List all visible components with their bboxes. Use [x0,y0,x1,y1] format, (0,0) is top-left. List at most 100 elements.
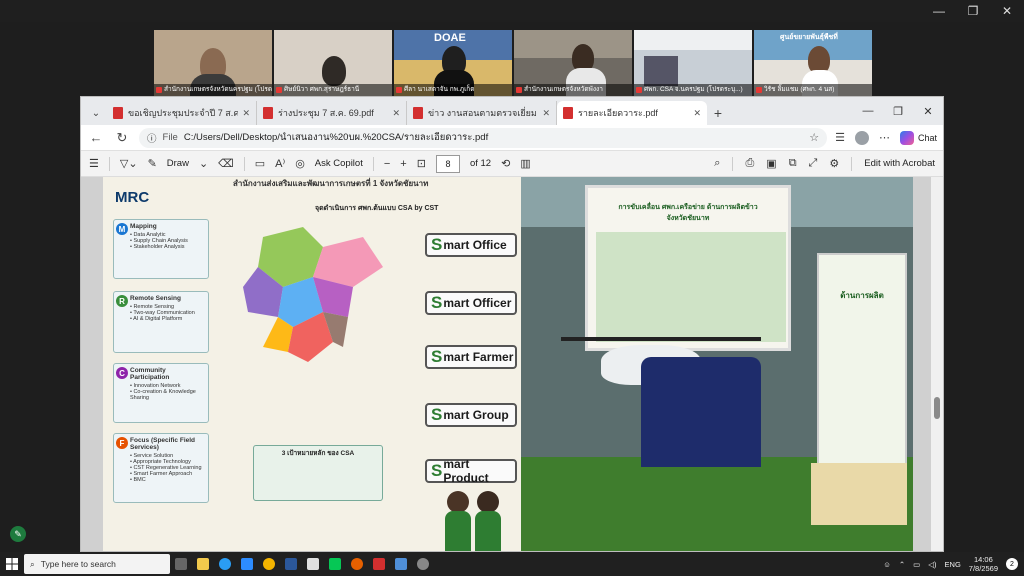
zoom-icon[interactable] [236,552,258,576]
highlight-icon[interactable]: ▽⌄ [120,157,138,170]
print-icon[interactable]: ⎙ [745,157,754,170]
page-view-icon[interactable]: ▥ [520,157,530,170]
address-prefix: File [162,132,178,143]
tab-draft-meeting[interactable]: ร่างประชุม 7 ส.ค. 69.pdf ✕ [257,101,407,125]
participant-video-strip: สำนักงานเกษตรจังหวัดนครปฐม (โปรดระบุ จัง… [154,30,872,96]
search-icon[interactable]: ⌕ [714,157,720,170]
rice-banner-subtitle: จังหวัดชัยนาท [666,215,710,222]
close-window-button[interactable]: ✕ [990,0,1024,22]
exhibition-photo: การขับเคลื่อน ศพก.เครือข่าย ด้านการผลิตข… [521,177,913,551]
tab-news[interactable]: ข่าว งานสอนตามตรวจเยี่ยม 7 ส.ค. 69.pdf✕ [407,101,557,125]
rice-banner: การขับเคลื่อน ศพก.เครือข่าย ด้านการผลิตข… [585,185,791,351]
contents-icon[interactable]: ☰ [89,157,99,170]
province-map [243,227,383,362]
task-view-icon[interactable] [170,552,192,576]
close-tab-icon[interactable]: ✕ [242,108,250,119]
participant-name: สำนักงานเกษตรจังหวัดพังงา [514,84,632,96]
side-box-remote-sensing: R Remote Sensing • Remote Sensing • Two-… [113,291,209,353]
taskbar-search[interactable]: ⌕ Type here to search [24,554,170,574]
close-browser-button[interactable]: ✕ [913,97,943,125]
minimize-button[interactable]: — [922,0,956,22]
copilot-icon [899,130,914,145]
page-number-input[interactable]: 8 [435,154,460,173]
address-url: C:/Users/Dell/Desktop/นำเสนองาน%20บผ.%20… [183,132,489,143]
user-icon[interactable]: ☺ [883,560,891,569]
read-aloud-icon[interactable]: A⁾ [275,157,285,170]
vertical-scrollbar[interactable] [931,177,943,551]
eraser-icon[interactable]: ⌫ [218,157,234,170]
save-as-icon[interactable]: ⧉ [789,157,797,170]
ask-copilot-button[interactable]: Ask Copilot [315,158,363,169]
goal-box: 3 เป้าหมายหลัก ของ CSA [253,445,383,501]
language-indicator[interactable]: ENG [945,560,961,569]
save-icon[interactable]: ▣ [766,157,776,170]
tab-actions-icon[interactable]: ⌄ [85,101,107,125]
draw-button[interactable]: Draw [167,158,189,169]
word-icon[interactable] [280,552,302,576]
clock[interactable]: 14:06 7/8/2569 [969,555,998,573]
pdf-icon [563,107,573,119]
scrollbar-thumb[interactable] [934,397,940,419]
chevron-up-icon[interactable]: ⌃ [899,560,905,569]
participant-tile[interactable]: DOAE ศีลา นาเสตาจัน กพ.ภูเก็ต [394,30,512,96]
address-bar[interactable]: ⓘ File C:/Users/Dell/Desktop/นำเสนองาน%2… [139,127,828,148]
participant-tile[interactable]: ศูนย์ขยายพันธุ์พืชที่ วิรัช ลิ้มแชม (ศพก… [754,30,872,96]
volume-icon[interactable]: ◁) [928,560,936,569]
participant-name: วิรัช ลิ้มแชม (ศพก. 4 นส) [754,84,872,96]
draw-icon[interactable]: ✎ [148,157,157,170]
network-icon[interactable]: ▭ [913,560,920,569]
more-options-icon[interactable]: ⋯ [879,131,890,144]
goal-title: 3 เป้าหมายหลัก ของ CSA [281,450,355,457]
firefox-icon[interactable] [346,552,368,576]
refresh-button[interactable]: ↻ [113,130,131,146]
close-tab-icon[interactable]: ✕ [392,108,400,119]
participant-tile[interactable]: ศิษย์นิวา ศพก.สุราษฎร์ธานี [274,30,392,96]
new-tab-button[interactable]: + [707,101,729,125]
rotate-icon[interactable]: ⟲ [501,157,510,170]
system-tray: ☺ ⌃ ▭ ◁) ENG 14:06 7/8/2569 2 [883,555,1024,573]
tab-invitation[interactable]: ขอเชิญประชุมประจำปี 7 ส.ค. 69 CSA ...✕ [107,101,257,125]
file-explorer-icon[interactable] [192,552,214,576]
acrobat-icon[interactable] [368,552,390,576]
windows-logo-icon [6,558,18,570]
search-placeholder: Type here to search [40,559,116,569]
edit-with-acrobat-button[interactable]: Edit with Acrobat [864,158,935,169]
windows-taskbar: ⌕ Type here to search ☺ ⌃ ▭ ◁) ENG 14:06… [0,552,1024,576]
poster-subtitle: จุดดำเนินการ ศพก.ต้นแบบ CSA by CST [315,205,439,212]
restore-button[interactable]: ❐ [956,0,990,22]
participant-tile[interactable]: สำนักงานเกษตรจังหวัดพังงา [514,30,632,96]
fit-page-icon[interactable]: ⊡ [417,157,426,170]
close-tab-icon[interactable]: ✕ [542,108,550,119]
line-icon[interactable] [324,552,346,576]
restore-browser-button[interactable]: ❐ [883,97,913,125]
favorites-icon[interactable]: ☰ [835,131,845,144]
chrome-icon[interactable] [258,552,280,576]
fullscreen-icon[interactable]: ⤢ [809,157,818,170]
copilot-chat-button[interactable]: Chat [899,130,937,145]
tab-agenda-details[interactable]: รายละเอียดวาระ.pdf ✕ [557,101,707,125]
profile-avatar[interactable] [854,130,869,145]
draw-dropdown-icon[interactable]: ⌄ [199,157,208,170]
participant-tile[interactable]: ศพก. CSA จ.นครปฐม (โปรดระบุ...) [634,30,752,96]
close-tab-icon[interactable]: ✕ [693,108,701,119]
participant-tile[interactable]: สำนักงานเกษตรจังหวัดนครปฐม (โปรดระบุ จัง… [154,30,272,96]
zoom-out-icon[interactable]: − [384,158,390,170]
edge-icon[interactable] [214,552,236,576]
paint-icon[interactable] [302,552,324,576]
cloud-app-icon[interactable] [390,552,412,576]
zoom-meeting-bar: — ❐ ✕ [0,0,1024,22]
annotate-pencil-icon[interactable]: ✎ [10,526,26,542]
settings-gear-icon[interactable]: ⚙ [829,157,839,170]
zoom-in-icon[interactable]: + [400,158,406,170]
favorite-star-icon[interactable]: ☆ [809,131,819,144]
mrcf-poster: สำนักงานส่งเสริมและพัฒนาการเกษตรที่ 1 จั… [103,177,521,551]
weather-icon[interactable] [412,552,434,576]
start-button[interactable] [0,552,24,576]
divider [372,156,374,171]
minimize-browser-button[interactable]: — [853,97,883,125]
pdf-viewer[interactable]: สำนักงานส่งเสริมและพัฒนาการเกษตรที่ 1 จั… [81,177,943,551]
notification-badge[interactable]: 2 [1006,558,1018,570]
add-text-icon[interactable]: ▭ [255,157,265,170]
right-banner: ด้านการผลิต [817,253,907,473]
back-button[interactable]: ← [87,130,105,145]
